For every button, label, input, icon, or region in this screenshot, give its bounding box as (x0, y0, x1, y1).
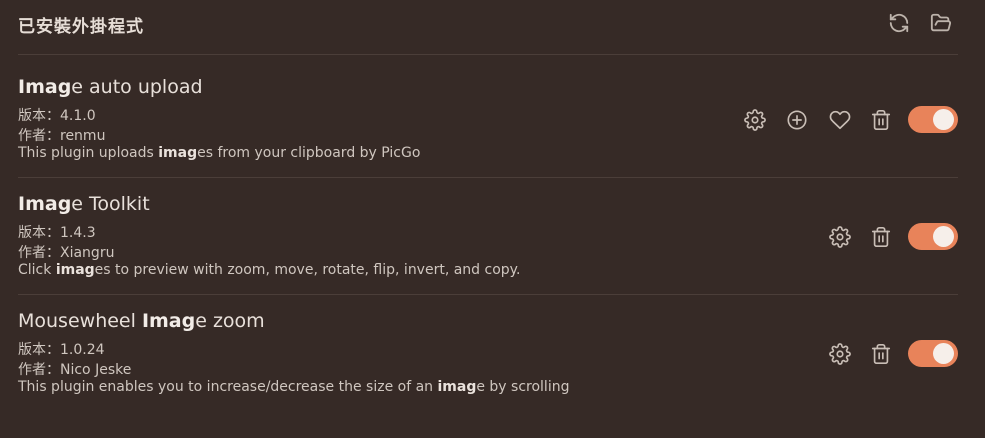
plugin-author: 作者：Nico Jeske (18, 362, 132, 378)
trash-icon[interactable] (868, 341, 894, 367)
folder-open-icon[interactable] (930, 12, 954, 36)
plugin-name: Mousewheel Image zoom (18, 310, 265, 332)
divider (18, 54, 958, 55)
plugin-description: This plugin uploads images from your cli… (18, 145, 421, 161)
plus-circle-icon[interactable] (784, 107, 810, 133)
plugin-description: Click images to preview with zoom, move,… (18, 262, 521, 278)
toggle-knob (933, 343, 954, 364)
plugin-enable-toggle[interactable] (908, 340, 958, 367)
plugin-author: 作者：Xiangru (18, 245, 115, 261)
plugin-version: 版本：1.4.3 (18, 225, 96, 241)
section-title: 已安裝外掛程式 (18, 17, 144, 37)
reload-icon[interactable] (888, 12, 912, 36)
plugin-enable-toggle[interactable] (908, 106, 958, 133)
toggle-knob (933, 109, 954, 130)
divider (18, 177, 958, 178)
trash-icon[interactable] (868, 224, 894, 250)
plugin-author: 作者：renmu (18, 128, 106, 144)
installed-plugins-header: 已安裝外掛程式 (0, 0, 985, 54)
heart-icon[interactable] (827, 107, 853, 133)
plugin-name: Image auto upload (18, 76, 203, 98)
gear-icon[interactable] (742, 107, 768, 133)
trash-icon[interactable] (868, 107, 894, 133)
toggle-knob (933, 226, 954, 247)
plugin-name: Image Toolkit (18, 193, 150, 215)
plugin-description: This plugin enables you to increase/decr… (18, 379, 570, 395)
plugin-version: 版本：1.0.24 (18, 342, 105, 358)
plugin-version: 版本：4.1.0 (18, 108, 96, 124)
gear-icon[interactable] (827, 224, 853, 250)
plugin-enable-toggle[interactable] (908, 223, 958, 250)
divider (18, 294, 958, 295)
gear-icon[interactable] (827, 341, 853, 367)
